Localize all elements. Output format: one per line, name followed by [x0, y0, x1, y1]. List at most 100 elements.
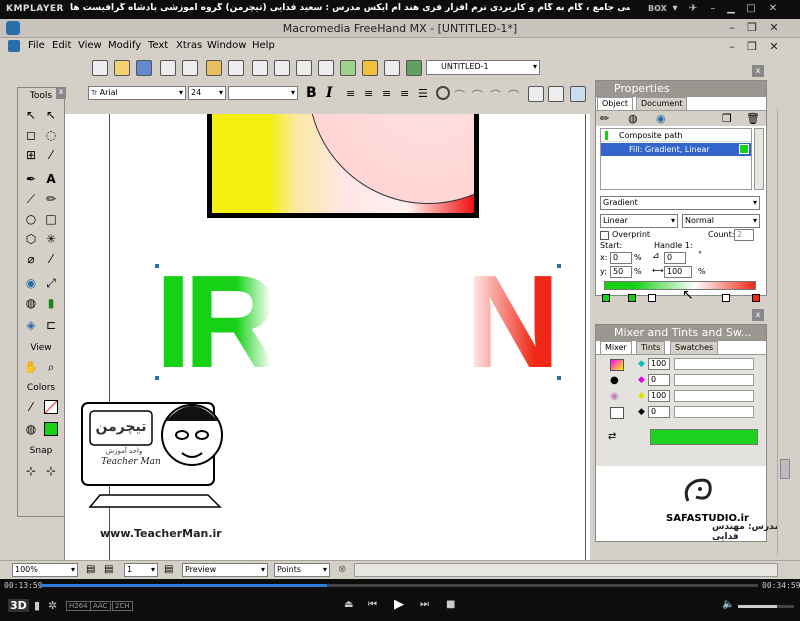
bold-button[interactable]: B [306, 85, 317, 101]
fill-swatch[interactable] [44, 422, 58, 436]
page-prev-icon[interactable]: ▤ [86, 564, 95, 575]
cyan-field[interactable]: 100 [648, 358, 670, 370]
tab-swatches[interactable]: Swatches [670, 341, 719, 354]
align-left-icon[interactable]: ≡ [346, 87, 355, 100]
right-scroll-thumb[interactable] [780, 459, 790, 479]
color-mixer-icon[interactable] [362, 60, 378, 76]
convert-text-icon[interactable] [570, 86, 586, 102]
doc-close-icon[interactable]: ✕ [766, 40, 782, 54]
app-minimize-icon[interactable]: – [724, 21, 740, 35]
properties-close-button[interactable]: x [752, 65, 764, 77]
yellow-slider[interactable] [674, 390, 754, 402]
page-tool-icon[interactable]: ◻ [22, 126, 40, 144]
selection-handle-tl[interactable] [155, 264, 159, 268]
angle-field[interactable]: 0 [664, 252, 686, 264]
snap-guide-icon[interactable]: ⊹ [42, 462, 60, 480]
selection-handle-br[interactable] [557, 376, 561, 380]
doc-restore-icon[interactable]: ❐ [744, 40, 760, 54]
delete-icon[interactable]: 🗑 [746, 112, 760, 125]
menu-text[interactable]: Text [148, 40, 168, 51]
view-mode-select[interactable]: Preview [182, 563, 268, 577]
style-select[interactable] [228, 86, 298, 100]
tab-mixer[interactable]: Mixer [600, 341, 632, 354]
new-document-icon[interactable] [92, 60, 108, 76]
add-swatch-icon[interactable]: ⇄ [608, 431, 632, 445]
page-select[interactable]: 1 [124, 563, 158, 577]
maximize-icon[interactable]: □ [744, 3, 758, 16]
text-flow-icon[interactable]: ⌒ [472, 87, 483, 103]
menu-file[interactable]: File [28, 40, 45, 51]
library-icon[interactable] [318, 60, 334, 76]
unlock-icon[interactable] [228, 60, 244, 76]
system-color-icon[interactable] [610, 407, 624, 419]
cancel-render-icon[interactable]: ⊗ [338, 564, 346, 575]
black-slider[interactable] [674, 406, 754, 418]
length-field[interactable]: 100 [664, 266, 692, 278]
yellow-field[interactable]: 100 [648, 390, 670, 402]
gradient-stop-4[interactable] [722, 294, 730, 302]
add-effect-icon[interactable]: ◉ [656, 112, 666, 125]
menu-modify[interactable]: Modify [108, 40, 141, 51]
eraser-icon[interactable]: ⌀ [22, 250, 40, 268]
ellipse-icon[interactable]: ○ [22, 210, 40, 228]
volume-slider[interactable] [738, 605, 794, 608]
zoom-select[interactable]: 100% [12, 563, 78, 577]
close-icon[interactable]: ✕ [766, 3, 780, 16]
eyedropper-icon[interactable]: ⁄ [42, 146, 60, 164]
mixer-color-swatch[interactable] [650, 429, 758, 445]
envelope-icon[interactable]: ◈ [22, 316, 40, 334]
page-add-icon[interactable]: ▤ [164, 564, 173, 575]
subselect-icon[interactable]: ↖ [42, 106, 60, 124]
graphic-hose-icon[interactable]: ◍ [22, 294, 40, 312]
blend-mode-select[interactable]: Normal [682, 214, 760, 228]
pin-icon[interactable]: ✈ [686, 3, 700, 16]
gradient-text[interactable]: IR N [155, 264, 561, 380]
duplicate-icon[interactable]: ❐ [722, 112, 732, 125]
hand-icon[interactable]: ✋ [22, 358, 40, 376]
import-icon[interactable] [160, 60, 176, 76]
mixer-close-button[interactable]: x [752, 309, 764, 321]
previous-icon[interactable]: ⏮ [368, 599, 377, 610]
pointer-icon[interactable]: ↖ [22, 106, 40, 124]
polygon-icon[interactable]: ⬡ [22, 230, 40, 248]
scale-icon[interactable]: ⊞ [22, 146, 40, 164]
add-fill-icon[interactable]: ◍ [628, 112, 638, 125]
minimize-icon[interactable]: – [706, 3, 720, 16]
x-field[interactable]: 0 [610, 252, 632, 264]
knife-icon[interactable]: ⁄ [42, 250, 60, 268]
rectangle-icon[interactable]: □ [42, 210, 60, 228]
gradient-stop-3[interactable] [648, 294, 656, 302]
menu-edit[interactable]: Edit [52, 40, 71, 51]
list-icon[interactable]: ☰ [418, 87, 428, 100]
italic-button[interactable]: I [326, 85, 333, 101]
swatches-icon[interactable] [340, 60, 356, 76]
fill-type-select[interactable]: Gradient [600, 196, 760, 210]
yellow-rectangle[interactable] [207, 114, 479, 218]
selection-handle-tr[interactable] [557, 264, 561, 268]
menu-small-icon[interactable]: ▮ [34, 599, 40, 612]
connector-icon[interactable]: ⊏ [42, 316, 60, 334]
chart-icon[interactable]: ▮ [42, 294, 60, 312]
tab-object[interactable]: Object [597, 97, 634, 110]
font-size-select[interactable]: 24 [188, 86, 226, 100]
page-next-icon[interactable]: ▤ [104, 564, 113, 575]
units-select[interactable]: Points [274, 563, 330, 577]
circle-icon[interactable] [436, 86, 450, 100]
list-item-composite[interactable]: Composite path [601, 129, 751, 142]
black-field[interactable]: 0 [648, 406, 670, 418]
layers-icon[interactable] [274, 60, 290, 76]
text-wrap-icon[interactable]: ⌒ [490, 87, 501, 103]
seek-bar[interactable] [40, 584, 758, 587]
line-icon[interactable]: ⟋ [22, 190, 40, 208]
styles-icon[interactable] [296, 60, 312, 76]
right-scrollbar[interactable] [777, 109, 791, 555]
gradient-stop-5[interactable] [752, 294, 760, 302]
box-label[interactable]: BOX [648, 4, 667, 13]
fill-color-icon[interactable]: ◍ [22, 420, 40, 438]
menu-icon[interactable]: ▾ [668, 3, 682, 16]
list-scrollbar[interactable] [754, 128, 764, 190]
pink-circle[interactable] [308, 114, 474, 204]
zoom-icon[interactable]: ⌕ [42, 358, 60, 376]
minimize-alt-icon[interactable]: ▁ [724, 3, 738, 16]
overprint-checkbox[interactable] [600, 231, 609, 240]
